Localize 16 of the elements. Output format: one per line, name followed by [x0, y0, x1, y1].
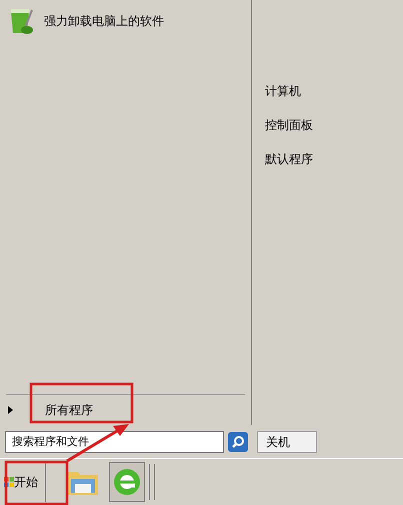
browser-icon: [112, 467, 142, 497]
search-icon: [231, 434, 245, 448]
shutdown-button[interactable]: 关机: [257, 430, 317, 452]
start-button[interactable]: 开始: [0, 462, 46, 502]
windows-logo-icon: [4, 477, 14, 487]
search-field[interactable]: 搜索程序和文件: [5, 430, 224, 452]
menu-item[interactable]: 计算机: [265, 82, 301, 100]
all-programs-item[interactable]: 所有程序: [43, 401, 95, 419]
annotation-arrow: [66, 424, 129, 462]
triangle-icon: [8, 406, 13, 414]
browser-taskbar-button[interactable]: [109, 462, 145, 502]
menu-item[interactable]: 默认程序: [265, 150, 313, 168]
menu-item[interactable]: 控制面板: [265, 116, 313, 134]
search-button[interactable]: [228, 432, 248, 452]
annotation-box: [4, 460, 68, 505]
program-item[interactable]: 强力卸载电脑上的软件: [8, 6, 251, 36]
